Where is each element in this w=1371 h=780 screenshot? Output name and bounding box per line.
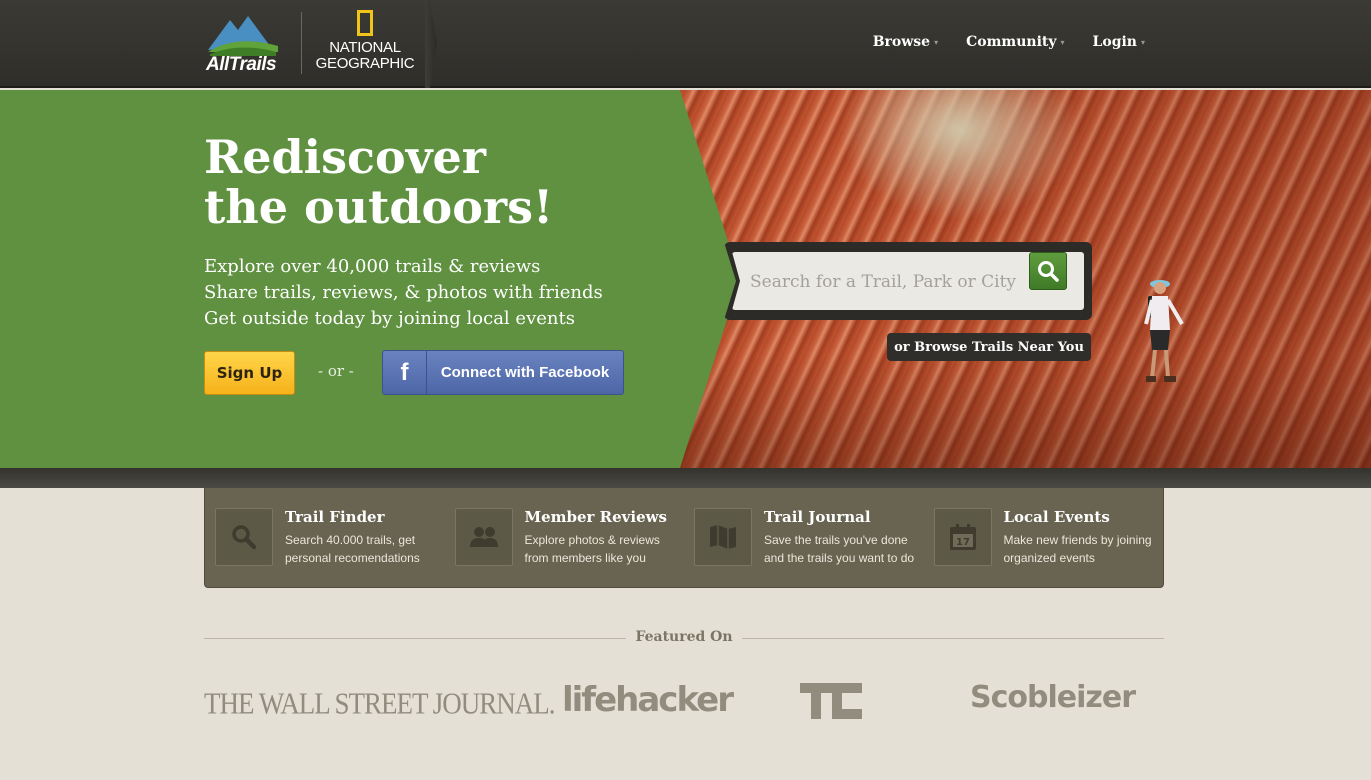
search-placeholder: Search for a Trail, Park or City xyxy=(750,272,1017,292)
nav-browse-label: Browse xyxy=(872,34,931,50)
nav-browse[interactable]: Browse ▾ xyxy=(873,34,938,50)
press-logo-lifehacker[interactable]: lifehacker xyxy=(562,680,734,720)
caret-down-icon: ▾ xyxy=(1060,37,1065,47)
feature-title: Trail Finder xyxy=(285,508,385,526)
search-icon xyxy=(1038,261,1059,282)
hero-title-line1: Rediscover xyxy=(204,130,486,184)
search-box: Search for a Trail, Park or City xyxy=(724,242,1092,320)
main-nav: Browse ▾ Community ▾ Login ▾ xyxy=(873,34,1145,50)
divider-line xyxy=(204,638,626,639)
alltrails-wordmark: AllTrails xyxy=(206,54,277,75)
nav-community-label: Community xyxy=(966,34,1057,50)
alltrails-logo[interactable]: AllTrails xyxy=(206,12,290,76)
feature-member-reviews[interactable]: Member Reviews Explore photos & reviews … xyxy=(445,488,685,588)
featured-on-heading: Featured On xyxy=(635,629,733,645)
feature-trail-finder[interactable]: Trail Finder Search 40.000 trails, get p… xyxy=(205,488,445,588)
press-logo-scobleizer[interactable]: Scobleizer xyxy=(970,680,1136,715)
feature-trail-journal[interactable]: Trail Journal Save the trails you've don… xyxy=(684,488,924,588)
nav-community[interactable]: Community ▾ xyxy=(966,34,1064,50)
press-logo-techcrunch[interactable]: TC xyxy=(800,683,864,719)
hero-line: Get outside today by joining local event… xyxy=(204,308,575,329)
divider-line xyxy=(742,638,1164,639)
techcrunch-logo-icon: TC xyxy=(800,683,862,719)
feature-desc: Explore photos & reviews from members li… xyxy=(524,533,660,565)
facebook-button-label: Connect with Facebook xyxy=(440,364,610,381)
nav-login[interactable]: Login ▾ xyxy=(1093,34,1145,50)
hero-title: Rediscover the outdoors! xyxy=(204,132,664,232)
nav-login-label: Login xyxy=(1092,34,1137,50)
hero-title-line2: the outdoors! xyxy=(204,180,554,234)
natgeo-logo[interactable]: NATIONAL GEOGRAPHIC xyxy=(315,10,415,80)
natgeo-line1: NATIONAL xyxy=(329,39,401,56)
calendar-day: 17 xyxy=(956,537,970,548)
browse-trails-near-you-button[interactable]: or Browse Trails Near You xyxy=(887,333,1091,361)
feature-title: Member Reviews xyxy=(524,508,668,526)
feature-desc: Search 40.000 trails, get personal recom… xyxy=(285,533,420,565)
hero-line: Share trails, reviews, & photos with fri… xyxy=(204,282,603,303)
calendar-icon: 17 xyxy=(933,508,992,566)
feature-title: Trail Journal xyxy=(764,508,871,526)
features-panel: Trail Finder Search 40.000 trails, get p… xyxy=(204,488,1164,588)
feature-desc: Make new friends by joining organized ev… xyxy=(1003,533,1152,565)
feature-local-events[interactable]: 17 Local Events Make new friends by join… xyxy=(924,488,1164,588)
or-separator: - or - xyxy=(318,362,354,380)
logo-tab-shape xyxy=(425,0,437,88)
caret-down-icon: ▾ xyxy=(934,37,939,47)
press-logo-wsj[interactable]: THE WALL STREET JOURNAL. xyxy=(204,686,555,722)
people-icon xyxy=(454,508,513,566)
feature-title: Local Events xyxy=(1003,508,1110,526)
mountain-logo-icon xyxy=(208,16,278,56)
facebook-icon: f xyxy=(383,351,427,394)
hero-feature-lines: Explore over 40,000 trails & reviews Sha… xyxy=(204,254,684,332)
feature-desc: Save the trails you've done and the trai… xyxy=(764,533,915,565)
magnifier-icon xyxy=(215,508,273,566)
natgeo-line2: GEOGRAPHIC xyxy=(315,55,415,72)
hero-section: Rediscover the outdoors! Explore over 40… xyxy=(0,90,1371,468)
hero-line: Explore over 40,000 trails & reviews xyxy=(204,256,541,277)
map-icon xyxy=(694,508,752,566)
logo-divider xyxy=(301,12,302,74)
caret-down-icon: ▾ xyxy=(1140,37,1145,47)
connect-facebook-button[interactable]: f Connect with Facebook xyxy=(382,350,624,395)
hero-bottom-band xyxy=(0,468,1371,488)
search-button[interactable] xyxy=(1029,252,1067,290)
site-header: AllTrails NATIONAL GEOGRAPHIC Browse ▾ C… xyxy=(0,0,1371,88)
natgeo-yellow-frame-icon xyxy=(357,10,373,36)
sign-up-button[interactable]: Sign Up xyxy=(204,351,295,395)
hiker-figure xyxy=(1144,280,1184,382)
